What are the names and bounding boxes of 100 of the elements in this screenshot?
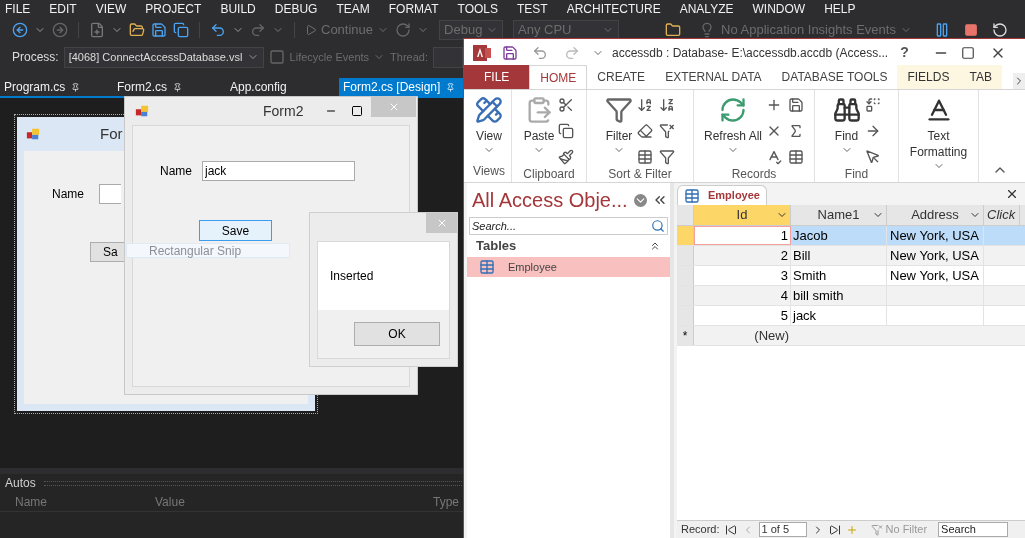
table-cell-text: bill smith <box>793 286 844 305</box>
ribbon-tab[interactable]: DATABASE TOOLS <box>771 65 898 89</box>
new-project-icon[interactable] <box>89 22 105 38</box>
table-row[interactable]: 1 Jacob New York, USA <box>677 226 1025 246</box>
table-row[interactable]: 3 Smith New York, USA <box>677 266 1025 286</box>
save-icon[interactable] <box>502 44 518 61</box>
ribbon-tab[interactable]: CREATE <box>587 65 656 89</box>
select-icon[interactable] <box>864 149 881 165</box>
text-field[interactable] <box>99 184 121 204</box>
maximize-icon[interactable] <box>351 105 364 117</box>
scissors-icon[interactable] <box>558 97 575 113</box>
dropdown-icon[interactable] <box>633 193 647 207</box>
undo-icon[interactable] <box>210 22 226 38</box>
filter-toggle-icon[interactable] <box>659 149 675 165</box>
menu-item[interactable]: PROJECT <box>145 0 202 18</box>
ribbon-button[interactable]: Refresh All <box>704 96 762 156</box>
sort-ascending-icon[interactable] <box>637 97 653 113</box>
table-row[interactable]: 4 bill smith <box>677 286 1025 306</box>
record-position-field[interactable]: 1 of 5 <box>758 522 807 537</box>
menu-item[interactable]: FILE <box>5 0 31 18</box>
ribbon-button[interactable]: Find <box>832 96 861 156</box>
open-folder-icon[interactable] <box>129 22 145 38</box>
document-tab[interactable]: App.config <box>226 78 339 96</box>
save-all-icon[interactable] <box>173 22 189 38</box>
menu-item[interactable]: ANALYZE <box>679 0 734 18</box>
table-cell-text: 4 <box>780 286 788 305</box>
group-label: Views <box>472 163 506 180</box>
app-icon <box>135 104 149 118</box>
table-cell-text: New York, USA <box>890 266 979 285</box>
save-icon[interactable] <box>788 97 804 113</box>
restart-icon[interactable] <box>991 22 1008 38</box>
search-field[interactable]: Search <box>938 522 1009 537</box>
save-button[interactable]: Save <box>199 220 272 241</box>
sort-descending-icon[interactable] <box>659 97 675 113</box>
table-row[interactable]: 5 jack <box>677 306 1025 326</box>
replace-icon[interactable] <box>864 97 881 113</box>
collapse-section-icon[interactable] <box>649 240 661 252</box>
column-header[interactable]: Address <box>887 205 984 225</box>
column-header[interactable]: Id <box>694 205 791 225</box>
ribbon-button[interactable]: View <box>475 96 503 156</box>
menu-item[interactable]: FORMAT <box>388 0 439 18</box>
filter-icon <box>870 523 883 536</box>
save-icon[interactable] <box>151 22 167 38</box>
save-button[interactable]: Sa <box>90 242 126 262</box>
back-icon[interactable] <box>12 22 28 38</box>
menu-item[interactable]: VIEW <box>95 0 127 18</box>
window-title: Form2 <box>263 101 304 121</box>
forward-icon[interactable] <box>52 22 68 38</box>
spelling-icon[interactable] <box>766 149 782 165</box>
navigation-item[interactable]: Employee <box>467 257 670 277</box>
menu-item[interactable]: TEST <box>517 0 548 18</box>
last-record-icon[interactable] <box>828 523 841 536</box>
ribbon-tab[interactable]: FIELDS <box>897 65 960 89</box>
undo-icon[interactable] <box>532 44 548 61</box>
totals-icon[interactable] <box>788 123 804 139</box>
search-field[interactable]: Search... <box>469 217 668 235</box>
group-label: Sort & Filter <box>607 166 673 183</box>
menu-item[interactable]: DEBUG <box>274 0 318 18</box>
group-label: Records <box>730 166 778 183</box>
column-header[interactable]: Click <box>984 205 1020 225</box>
thread-label: Thread: <box>390 49 428 65</box>
column-header[interactable]: Name1 <box>791 205 887 225</box>
help-button[interactable]: ? <box>900 42 909 63</box>
menu-item[interactable]: TOOLS <box>457 0 498 18</box>
new-record-icon[interactable] <box>766 97 782 113</box>
copy-icon[interactable] <box>558 123 575 139</box>
table-icon[interactable] <box>788 149 804 165</box>
close-icon[interactable] <box>1005 187 1019 201</box>
folder-icon[interactable] <box>665 22 682 38</box>
pin-icon <box>71 82 81 92</box>
document-tab[interactable]: Program.cs <box>0 78 113 96</box>
paintbrush-icon[interactable] <box>558 149 575 165</box>
first-record-icon[interactable] <box>724 523 737 536</box>
document-tab[interactable]: Employee <box>677 185 767 205</box>
document-tab[interactable]: Form2.cs [Design] <box>339 78 463 96</box>
menu-item[interactable]: WINDOW <box>752 0 806 18</box>
table-cell-text: Bill <box>793 246 811 265</box>
menu-item[interactable]: TEAM <box>336 0 370 18</box>
restart-icon[interactable] <box>395 22 412 38</box>
stop-icon[interactable] <box>963 23 978 37</box>
menu-item[interactable]: ARCHITECTURE <box>566 0 661 18</box>
menu-item[interactable]: HELP <box>824 0 856 18</box>
ribbon-button[interactable]: Paste <box>523 96 555 156</box>
ribbon-tab[interactable]: EXTERNAL DATA <box>655 65 772 89</box>
process-dropdown[interactable]: [4068] ConnectAccessDatabase.vsl <box>63 46 264 68</box>
name-field[interactable]: jack <box>202 161 355 181</box>
ribbon-button[interactable]: Text Formatting <box>901 96 976 172</box>
ribbon-tab[interactable]: TAB <box>959 65 1002 89</box>
ribbon-tab[interactable]: HOME <box>529 65 588 89</box>
ribbon-tab[interactable]: FILE <box>464 65 530 89</box>
filter-icon[interactable] <box>659 123 675 139</box>
document-tab[interactable]: Form2.cs <box>113 78 226 96</box>
table-row[interactable]: 2 Bill New York, USA <box>677 246 1025 266</box>
maximize-icon[interactable] <box>960 45 975 60</box>
menu-item[interactable]: BUILD <box>220 0 256 18</box>
menu-item[interactable]: EDIT <box>49 0 77 18</box>
section-heading: Tables <box>476 237 517 256</box>
clear-sort-icon[interactable] <box>637 123 653 139</box>
ok-button[interactable]: OK <box>354 322 440 346</box>
ribbon-button[interactable]: Filter <box>605 96 633 156</box>
